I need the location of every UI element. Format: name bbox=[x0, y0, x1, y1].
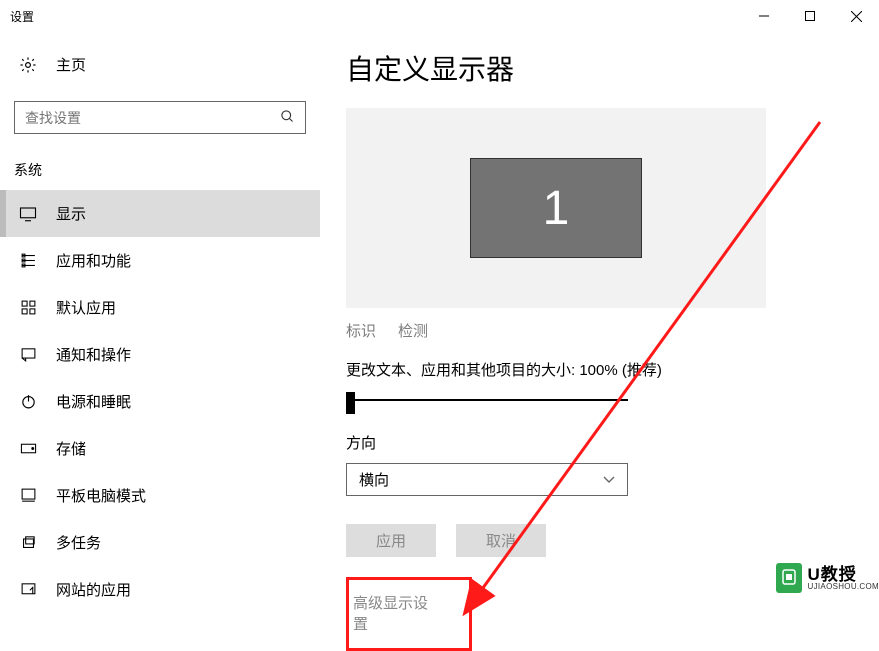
nav-label: 通知和操作 bbox=[56, 344, 131, 365]
nav-label: 多任务 bbox=[56, 532, 101, 553]
monitor-number: 1 bbox=[543, 181, 570, 236]
slider-thumb[interactable] bbox=[346, 392, 355, 414]
page-heading: 自定义显示器 bbox=[346, 48, 879, 88]
minimize-button[interactable] bbox=[741, 0, 787, 32]
watermark-brand: U教授 bbox=[808, 566, 879, 583]
monitor-icon bbox=[18, 206, 38, 222]
nav-item-tablet[interactable]: 平板电脑模式 bbox=[0, 472, 320, 519]
monitor-1[interactable]: 1 bbox=[470, 158, 642, 258]
nav-item-web-apps[interactable]: 网站的应用 bbox=[0, 566, 320, 613]
section-label: 系统 bbox=[0, 152, 320, 190]
sidebar: 主页 系统 显示 应用和功能 bbox=[0, 32, 320, 617]
nav-label: 平板电脑模式 bbox=[56, 485, 146, 506]
nav-item-multitask[interactable]: 多任务 bbox=[0, 519, 320, 566]
nav-item-power[interactable]: 电源和睡眠 bbox=[0, 378, 320, 425]
watermark: U教授 UJIAOSHOU.COM bbox=[776, 563, 879, 593]
home-label: 主页 bbox=[56, 54, 86, 75]
defaults-icon bbox=[18, 299, 38, 316]
storage-icon bbox=[18, 441, 38, 456]
cancel-button[interactable]: 取消 bbox=[456, 524, 546, 557]
scale-slider[interactable] bbox=[346, 392, 628, 410]
apply-button[interactable]: 应用 bbox=[346, 524, 436, 557]
content-pane: 自定义显示器 1 标识 检测 更改文本、应用和其他项目的大小: 100% (推荐… bbox=[320, 32, 879, 617]
detect-link[interactable]: 检测 bbox=[398, 320, 428, 341]
search-box[interactable] bbox=[14, 101, 306, 134]
close-button[interactable] bbox=[833, 0, 879, 32]
orientation-label: 方向 bbox=[346, 432, 879, 453]
tablet-icon bbox=[18, 487, 38, 504]
home-link[interactable]: 主页 bbox=[0, 44, 320, 85]
display-arrangement-area[interactable]: 1 bbox=[346, 108, 766, 308]
notification-icon bbox=[18, 346, 38, 363]
nav-item-notifications[interactable]: 通知和操作 bbox=[0, 331, 320, 378]
apps-icon bbox=[18, 252, 38, 269]
nav-label: 电源和睡眠 bbox=[56, 391, 131, 412]
advanced-display-settings-link[interactable]: 高级显示设置 bbox=[346, 577, 472, 651]
window-title: 设置 bbox=[10, 8, 34, 25]
search-icon bbox=[280, 109, 295, 127]
nav-label: 网站的应用 bbox=[56, 579, 131, 600]
slider-track bbox=[346, 399, 628, 401]
power-icon bbox=[18, 393, 38, 410]
watermark-badge-icon bbox=[776, 563, 802, 593]
nav-label: 显示 bbox=[56, 203, 86, 224]
nav-label: 存储 bbox=[56, 438, 86, 459]
orientation-select[interactable]: 横向 bbox=[346, 463, 628, 496]
maximize-button[interactable] bbox=[787, 0, 833, 32]
identify-link[interactable]: 标识 bbox=[346, 320, 376, 341]
nav-label: 默认应用 bbox=[56, 297, 116, 318]
orientation-value: 横向 bbox=[359, 469, 389, 490]
nav-item-storage[interactable]: 存储 bbox=[0, 425, 320, 472]
gear-icon bbox=[18, 56, 38, 74]
nav-label: 应用和功能 bbox=[56, 250, 131, 271]
scale-label: 更改文本、应用和其他项目的大小: 100% (推荐) bbox=[346, 359, 879, 380]
watermark-url: UJIAOSHOU.COM bbox=[808, 583, 879, 591]
chevron-down-icon bbox=[603, 471, 615, 488]
nav-item-apps[interactable]: 应用和功能 bbox=[0, 237, 320, 284]
web-apps-icon bbox=[18, 581, 38, 598]
search-input[interactable] bbox=[25, 110, 280, 126]
nav-item-default-apps[interactable]: 默认应用 bbox=[0, 284, 320, 331]
multitask-icon bbox=[18, 534, 38, 551]
nav-item-display[interactable]: 显示 bbox=[0, 190, 320, 237]
